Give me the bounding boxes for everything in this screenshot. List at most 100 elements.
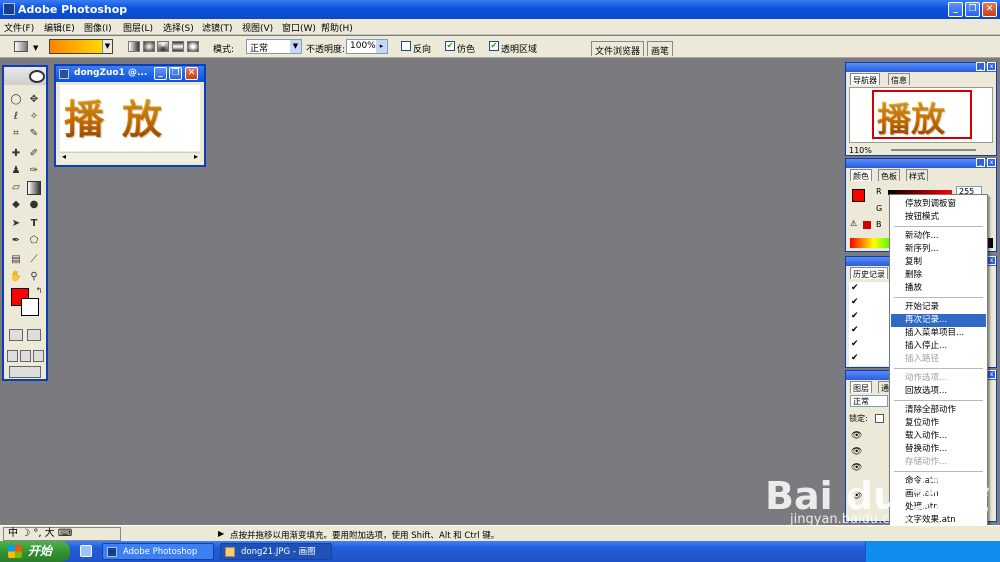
doc-maximize-button[interactable]: ❐	[169, 67, 182, 80]
magic-wand-icon[interactable]: ✧	[27, 110, 41, 124]
radial-gradient-button[interactable]	[143, 41, 155, 52]
crop-icon[interactable]: ⌗	[9, 127, 23, 141]
menu-select[interactable]: 选择(S)	[163, 21, 194, 34]
eyedropper-icon[interactable]: ⟋	[27, 253, 41, 267]
navigator-preview[interactable]: 播放	[849, 87, 993, 143]
context-menu-item[interactable]: 新序列...	[891, 243, 986, 256]
standard-mode-button[interactable]	[9, 329, 23, 341]
start-button[interactable]: 开始	[0, 541, 70, 562]
menu-filter[interactable]: 滤镜(T)	[202, 21, 233, 34]
toolbox-header[interactable]	[4, 67, 46, 85]
linear-gradient-button[interactable]	[128, 41, 140, 52]
close-button[interactable]: ✕	[982, 2, 997, 17]
tab-navigator[interactable]: 导航器	[850, 73, 880, 85]
quickmask-mode-button[interactable]	[27, 329, 41, 341]
screen-mode-standard-button[interactable]	[7, 350, 18, 362]
jump-to-imageready-button[interactable]	[9, 366, 41, 378]
tab-info[interactable]: 信息	[888, 73, 910, 85]
menu-edit[interactable]: 编辑(E)	[44, 21, 75, 34]
navigator-view-box[interactable]: 播放	[872, 90, 972, 140]
context-menu-item[interactable]: 复制	[891, 256, 986, 269]
document-canvas[interactable]: 播 放	[60, 85, 200, 151]
scroll-right-icon[interactable]: ▸	[194, 152, 198, 161]
notes-icon[interactable]: ▤	[9, 253, 23, 267]
blend-mode-select[interactable]: 正常	[850, 395, 888, 407]
eye-logo-icon[interactable]	[29, 70, 45, 83]
history-brush-icon[interactable]: ✑	[27, 164, 41, 178]
eye-icon[interactable]: 👁	[851, 447, 862, 457]
horizontal-scrollbar[interactable]: ◂ ▸	[60, 152, 200, 163]
panel-close-button[interactable]: x	[987, 62, 996, 71]
gamut-color-chip[interactable]	[863, 221, 871, 229]
taskbar-photoshop-button[interactable]: Adobe Photoshop	[102, 543, 214, 560]
hand-icon[interactable]: ✋	[9, 270, 23, 284]
chevron-down-icon[interactable]: ▼	[290, 40, 301, 53]
dither-checkbox[interactable]: ✔	[445, 41, 455, 51]
pen-icon[interactable]: ✒	[9, 234, 23, 248]
angle-gradient-button[interactable]	[157, 41, 169, 52]
chevron-right-icon[interactable]: ▸	[376, 40, 387, 53]
navigator-panel-titlebar[interactable]	[846, 63, 996, 72]
context-menu-item[interactable]: 播放	[891, 282, 986, 295]
blur-icon[interactable]: ◆	[9, 198, 23, 212]
chevron-down-icon[interactable]: ▼	[33, 44, 38, 52]
show-desktop-icon[interactable]	[80, 545, 92, 557]
document-title-bar[interactable]: dongZuo1 @... _ ❐ ✕	[56, 66, 204, 82]
panel-minimize-button[interactable]: _	[976, 158, 985, 167]
context-menu-item[interactable]: 插入停止...	[891, 340, 986, 353]
color-panel-titlebar[interactable]	[846, 159, 996, 168]
brush-icon[interactable]: ✐	[27, 147, 41, 161]
menu-view[interactable]: 视图(V)	[242, 21, 273, 34]
tab-file-browser[interactable]: 文件浏览器	[591, 41, 645, 57]
context-menu-item[interactable]: 再次记录...	[891, 314, 986, 327]
screen-mode-menubar-button[interactable]	[20, 350, 31, 362]
panel-close-button[interactable]: x	[987, 158, 996, 167]
menu-file[interactable]: 文件(F)	[4, 21, 34, 34]
context-menu-item[interactable]: 插入菜单项目...	[891, 327, 986, 340]
gradient-picker[interactable]: ▼	[49, 39, 113, 54]
actions-list[interactable]: ✔ ✔ ✔ ✔ ✔ ✔	[849, 282, 889, 366]
warning-icon[interactable]: ⚠	[850, 219, 857, 228]
panel-close-button[interactable]: x	[987, 256, 996, 265]
context-menu-item[interactable]: 停放到调板窗	[891, 198, 986, 211]
tab-color[interactable]: 颜色	[850, 169, 872, 181]
tab-brushes[interactable]: 画笔	[647, 41, 674, 57]
mode-select[interactable]: 正常 ▼	[246, 39, 302, 54]
dodge-icon[interactable]: ●	[27, 198, 41, 212]
checkmark-icon[interactable]: ✔	[851, 353, 859, 363]
tab-layers[interactable]: 图层	[850, 381, 872, 393]
eraser-icon[interactable]: ▱	[9, 181, 23, 195]
menu-window[interactable]: 窗口(W)	[282, 21, 316, 34]
gradient-tool-icon[interactable]	[27, 181, 41, 195]
eye-icon[interactable]: 👁	[851, 431, 862, 441]
zoom-icon[interactable]: ⚲	[27, 270, 41, 284]
scroll-left-icon[interactable]: ◂	[62, 152, 66, 161]
shape-icon[interactable]: ⬠	[27, 234, 41, 248]
tab-styles[interactable]: 样式	[906, 169, 928, 181]
checkmark-icon[interactable]: ✔	[851, 339, 859, 349]
system-tray[interactable]	[865, 541, 1000, 562]
context-menu-item[interactable]: 载入动作...	[891, 430, 986, 443]
context-menu-item[interactable]: 替换动作...	[891, 443, 986, 456]
clone-stamp-icon[interactable]: ♟	[9, 164, 23, 178]
context-menu-item[interactable]: 新动作...	[891, 230, 986, 243]
background-color-swatch[interactable]	[21, 298, 39, 316]
context-menu-item[interactable]: 动作选项...	[891, 372, 986, 385]
navigator-zoom-value[interactable]: 110%	[849, 146, 872, 155]
menu-layer[interactable]: 图层(L)	[123, 21, 153, 34]
menu-help[interactable]: 帮助(H)	[321, 21, 353, 34]
screen-mode-full-button[interactable]	[33, 350, 44, 362]
tool-preset-picker[interactable]	[14, 41, 28, 52]
reverse-checkbox[interactable]	[401, 41, 411, 51]
checkmark-icon[interactable]: ✔	[851, 325, 859, 335]
checkmark-icon[interactable]: ✔	[851, 311, 859, 321]
navigator-zoom-slider[interactable]	[891, 149, 976, 151]
path-selection-icon[interactable]: ➤	[9, 217, 23, 231]
lasso-icon[interactable]: ℓ	[9, 110, 23, 124]
transparency-checkbox[interactable]: ✔	[489, 41, 499, 51]
context-menu-item[interactable]: 插入路径	[891, 353, 986, 366]
swap-colors-icon[interactable]: ↰	[32, 284, 46, 298]
tab-swatches[interactable]: 色板	[878, 169, 900, 181]
panel-close-button[interactable]: x	[987, 370, 996, 379]
context-menu-item[interactable]: 复位动作	[891, 417, 986, 430]
